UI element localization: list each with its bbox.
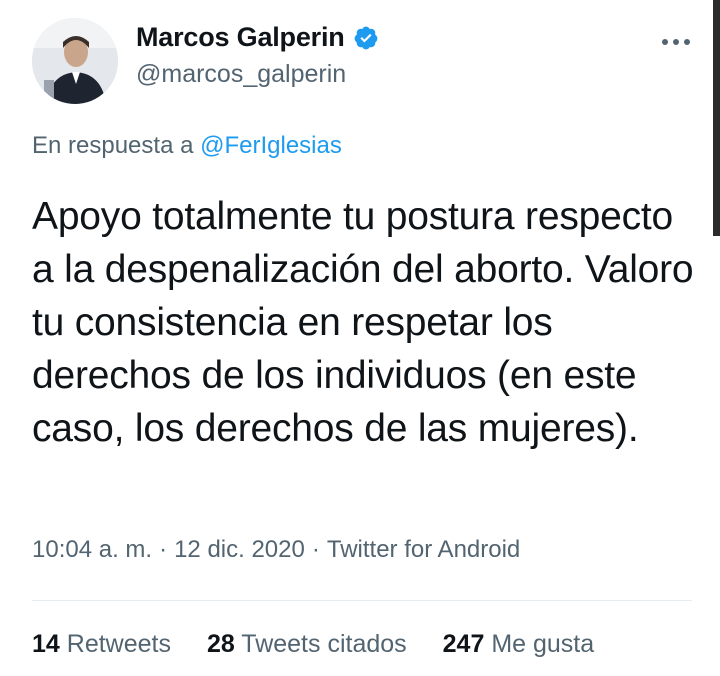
meta-separator: · (311, 536, 320, 563)
stat-retweets[interactable]: 14 Retweets (32, 630, 171, 659)
avatar[interactable] (32, 18, 118, 104)
tweet-detail: Marcos Galperin @marcos_galperin En resp… (0, 0, 720, 676)
stat-likes[interactable]: 247 Me gusta (443, 630, 595, 659)
reply-prefix: En respuesta a (32, 132, 194, 159)
engagement-stats: 14 Retweets 28 Tweets citados 247 Me gus… (32, 630, 594, 659)
author-handle[interactable]: @marcos_galperin (136, 60, 346, 89)
tweet-date[interactable]: 12 dic. 2020 (174, 536, 305, 564)
author-display-name[interactable]: Marcos Galperin (136, 22, 345, 53)
author-name-row[interactable]: Marcos Galperin (136, 22, 379, 53)
dot (662, 39, 668, 45)
tweet-meta: 10:04 a. m. · 12 dic. 2020 · Twitter for… (32, 536, 520, 564)
stat-count: 247 (442, 630, 485, 658)
stat-label: Tweets citados (241, 630, 407, 658)
stat-count: 14 (32, 630, 60, 658)
divider (32, 600, 692, 601)
stat-count: 28 (206, 630, 235, 658)
stat-label: Me gusta (491, 630, 595, 658)
reply-mention-link[interactable]: @FerIglesias (200, 132, 342, 159)
tweet-text: Apoyo totalmente tu postura respecto a l… (32, 195, 694, 450)
scrollbar[interactable] (713, 0, 720, 236)
tweet-source[interactable]: Twitter for Android (327, 536, 520, 564)
dot (684, 39, 690, 45)
verified-badge-icon (353, 25, 379, 51)
avatar-photo (32, 18, 118, 104)
dot (673, 39, 679, 45)
tweet-time[interactable]: 10:04 a. m. (32, 536, 152, 564)
stat-quote-tweets[interactable]: 28 Tweets citados (207, 630, 407, 659)
meta-separator: · (159, 536, 168, 563)
more-options-icon[interactable] (652, 30, 700, 54)
stat-label: Retweets (66, 630, 171, 658)
reply-context: En respuesta a @FerIglesias (32, 132, 342, 160)
